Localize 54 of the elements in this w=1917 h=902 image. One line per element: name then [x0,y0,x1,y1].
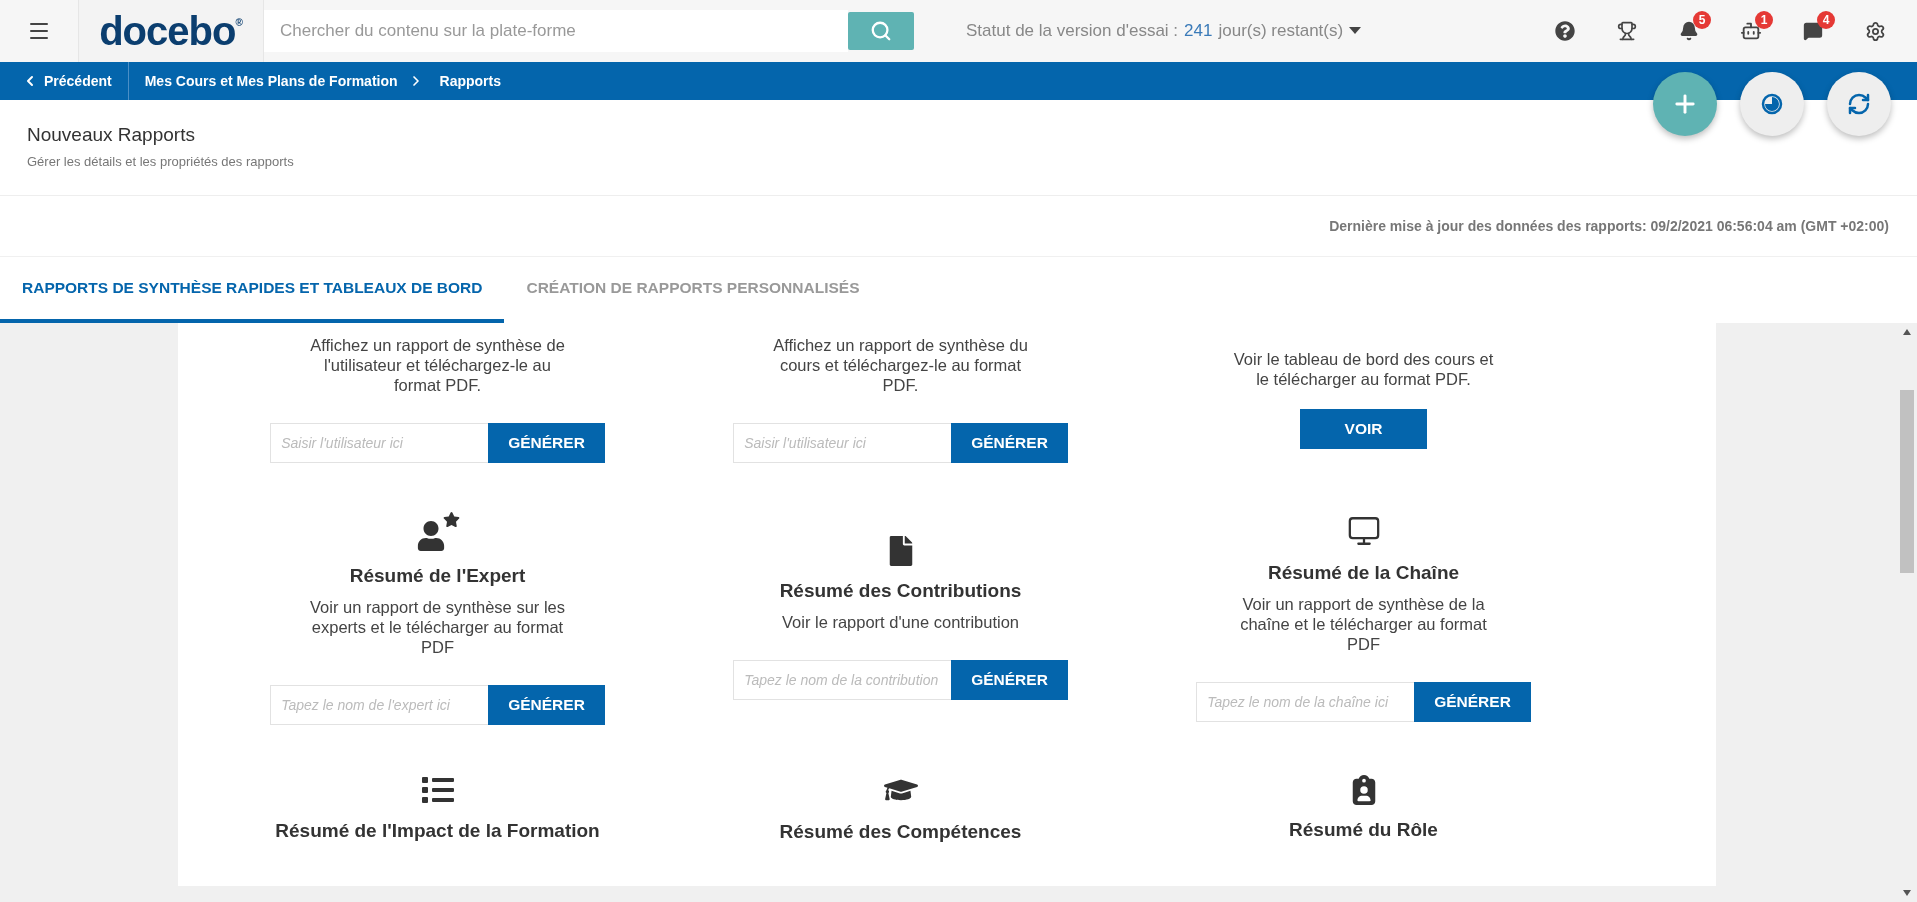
refresh-button[interactable] [1827,72,1891,136]
scroll-thumb[interactable] [1900,390,1914,573]
report-title: Résumé de l'Expert [349,565,526,587]
breadcrumb-link[interactable]: Mes Cours et Mes Plans de Formation [128,73,398,89]
refresh-icon [1847,92,1871,116]
name-input-field[interactable]: Tapez le nom de l'expert ici [270,685,489,725]
monitor-icon [1346,514,1381,548]
count-badge: 5 [1693,11,1711,29]
trial-status-dropdown[interactable]: Statut de la version d'essai : 241 jour(s) restant(s) [966,21,1362,41]
page-title: Nouveaux Rapports [27,124,196,146]
page-subtitle: Gérer les détails et les propriétés des rapports [27,154,295,169]
name-input-field[interactable]: Tapez le nom de la contribution [733,660,952,700]
report-title: Résumé des Compétences [779,821,1022,843]
bell-icon [1679,21,1699,41]
generate-button[interactable]: GÉNÉRER [951,660,1068,700]
scroll-up-arrow-icon[interactable] [1903,329,1911,335]
report-description: Affichez un rapport de synthèse du cours et téléchargez-le au format PDF. [772,335,1029,395]
report-title: Résumé des Contributions [779,580,1022,602]
add-button[interactable] [1653,72,1717,136]
generate-button[interactable]: GÉNÉRER [1414,682,1531,722]
logo: docebo$^{®}$ [99,8,243,54]
dashboard-button[interactable] [1740,72,1804,136]
help-icon [1555,21,1575,41]
report-title: Résumé de la Chaîne [1267,562,1460,584]
robot-icon [1740,20,1762,42]
search-icon [870,20,892,42]
report-title: Résumé de l'Impact de la Formation [275,820,600,842]
list-icon [421,774,454,806]
user-star-icon [415,511,460,551]
last-update-text: Dernière mise à jour des données des rapports: 09/2/2021 06:56:04 am (GMT +02:00) [1329,218,1889,234]
count-badge: 1 [1755,11,1773,29]
scroll-down-arrow-icon[interactable] [1903,890,1911,896]
generate-button[interactable]: GÉNÉRER [951,423,1068,463]
name-input-field[interactable]: Saisir l'utilisateur ici [733,423,952,463]
trophy-icon [1617,21,1637,41]
generate-button[interactable]: GÉNÉRER [488,685,605,725]
report-description: Voir un rapport de synthèse sur les experts et le télécharger au format PDF [309,597,566,657]
settings-icon [1864,20,1886,42]
count-badge: 4 [1817,11,1835,29]
name-input-field[interactable]: Saisir l'utilisateur ici [270,423,489,463]
back-link[interactable]: Précédent [0,62,129,100]
generate-button[interactable]: GÉNÉRER [488,423,605,463]
report-description: Voir le tableau de bord des cours et le télécharger au format PDF. [1232,349,1495,389]
chat-icon [1803,21,1823,41]
report-description: Voir un rapport de synthèse de la chaîne et le télécharger au format PDF [1239,594,1488,654]
report-title: Résumé du Rôle [1289,819,1438,841]
caret-icon [1349,27,1362,35]
report-description: Affichez un rapport de synthèse de l'utilisateur et téléchargez-le au format PDF. [309,335,566,395]
report-description: Voir le rapport d'une contribution [780,612,1021,632]
name-input-field[interactable]: Tapez le nom de la chaîne ici [1196,682,1415,722]
breadcrumb-link[interactable]: Rapports [423,73,501,89]
pie-chart-icon [1760,92,1784,116]
search-field[interactable]: Chercher du contenu sur la plate-forme [264,10,848,52]
view-button[interactable]: VOIR [1300,409,1427,449]
